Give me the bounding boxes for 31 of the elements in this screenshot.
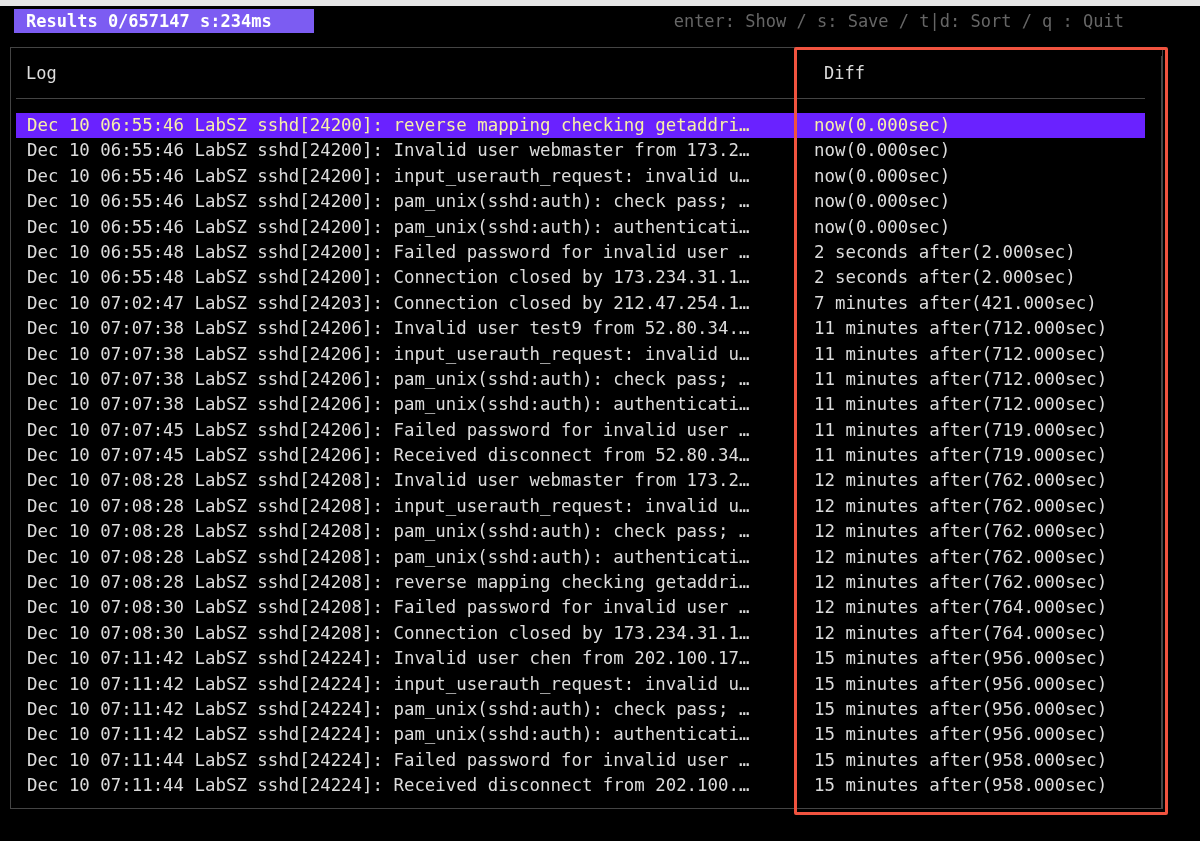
log-row[interactable]: Dec 10 06:55:46 LabSZ sshd[24200]: pam_unix(sshd:auth): authenticati… now(0.000sec)	[16, 214, 1145, 240]
log-row[interactable]: Dec 10 07:08:30 LabSZ sshd[24208]: Failed password for invalid user … 12 minutes after(764.000sec)	[16, 595, 1145, 621]
log-row[interactable]: Dec 10 07:07:38 LabSZ sshd[24206]: pam_unix(sshd:auth): check pass; … 11 minutes after(712.000sec)	[16, 366, 1145, 393]
log-row[interactable]: Dec 10 06:55:48 LabSZ sshd[24200]: Failed password for invalid user … 2 seconds after(2.000sec)	[16, 239, 1145, 266]
log-row[interactable]: Dec 10 07:11:44 LabSZ sshd[24224]: Received disconnect from 202.100.… 15 minutes after(958.000sec)	[16, 773, 1145, 799]
log-row[interactable]: Dec 10 06:55:46 LabSZ sshd[24200]: Invalid user webmaster from 173.2… now(0.000sec)	[16, 138, 1145, 164]
column-header: Log	[25, 63, 58, 83]
results-badge: Results 0/657147 s:234ms	[14, 9, 314, 33]
log-row[interactable]: Dec 10 06:55:46 LabSZ sshd[24200]: reverse mapping checking getaddri… now(0.000sec)	[16, 113, 1145, 139]
log-row[interactable]: Dec 10 07:08:28 LabSZ sshd[24208]: reverse mapping checking getaddri… 12 minutes after(762.000sec)	[16, 570, 1145, 596]
log-row[interactable]: Dec 10 07:07:38 LabSZ sshd[24206]: pam_unix(sshd:auth): authenticati… 11 minutes after(712.000sec)	[16, 392, 1145, 418]
key-hints: enter: Show / s: Save / t|d: Sort / q : Quit	[673, 11, 1124, 31]
log-row[interactable]: Dec 10 06:55:46 LabSZ sshd[24200]: pam_unix(sshd:auth): check pass; … now(0.000sec)	[16, 189, 1145, 215]
log-row[interactable]: Dec 10 07:11:42 LabSZ sshd[24224]: Invalid user chen from 202.100.17… 15 minutes after(956.000sec)	[16, 646, 1145, 672]
column-header: Diff	[823, 63, 865, 83]
log-row[interactable]: Dec 10 07:08:28 LabSZ sshd[24208]: pam_unix(sshd:auth): authenticati… 12 minutes after(762.000sec)	[16, 544, 1145, 571]
log-row[interactable]: Dec 10 07:07:45 LabSZ sshd[24206]: Failed password for invalid user … 11 minutes after(719.000sec)	[16, 417, 1145, 444]
log-row[interactable]: Dec 10 07:11:42 LabSZ sshd[24224]: pam_unix(sshd:auth): check pass; … 15 minutes after(956.000sec)	[16, 697, 1145, 723]
log-row[interactable]: Dec 10 07:08:28 LabSZ sshd[24208]: Invalid user webmaster from 173.2… 12 minutes after(762.000sec)	[16, 468, 1145, 494]
log-row[interactable]: Dec 10 07:07:38 LabSZ sshd[24206]: Invalid user test9 from 52.80.34.… 11 minutes after(712.000sec)	[16, 316, 1145, 342]
log-row[interactable]: Dec 10 07:08:30 LabSZ sshd[24208]: Connection closed by 173.234.31.1… 12 minutes after(764.000sec)	[16, 620, 1145, 647]
log-row[interactable]: Dec 10 07:11:42 LabSZ sshd[24224]: pam_unix(sshd:auth): authenticati… 15 minutes after(956.000sec)	[16, 722, 1145, 748]
log-row[interactable]: Dec 10 07:07:45 LabSZ sshd[24206]: Received disconnect from 52.80.34… 11 minutes after(719.000sec)	[16, 443, 1145, 469]
log-row[interactable]: Dec 10 07:07:38 LabSZ sshd[24206]: input_userauth_request: invalid u… 11 minutes after(712.000sec)	[16, 341, 1145, 367]
log-row[interactable]: Dec 10 07:02:47 LabSZ sshd[24203]: Connection closed by 212.47.254.1… 7 minutes after(421.000sec)	[16, 290, 1145, 317]
log-row[interactable]: Dec 10 07:11:42 LabSZ sshd[24224]: input_userauth_request: invalid u… 15 minutes after(956.000sec)	[16, 671, 1145, 697]
log-row[interactable]: Dec 10 07:08:28 LabSZ sshd[24208]: input_userauth_request: invalid u… 12 minutes after(762.000sec)	[16, 493, 1145, 520]
log-row[interactable]: Dec 10 07:11:44 LabSZ sshd[24224]: Failed password for invalid user … 15 minutes after(958.000sec)	[16, 747, 1145, 774]
log-row[interactable]: Dec 10 06:55:46 LabSZ sshd[24200]: input_userauth_request: invalid u… now(0.000sec)	[16, 163, 1145, 190]
log-row[interactable]: Dec 10 06:55:48 LabSZ sshd[24200]: Connection closed by 173.234.31.1… 2 seconds after(2.000sec)	[16, 265, 1145, 291]
log-row[interactable]: Dec 10 07:08:28 LabSZ sshd[24208]: pam_unix(sshd:auth): check pass; … 12 minutes after(762.000sec)	[16, 519, 1145, 545]
